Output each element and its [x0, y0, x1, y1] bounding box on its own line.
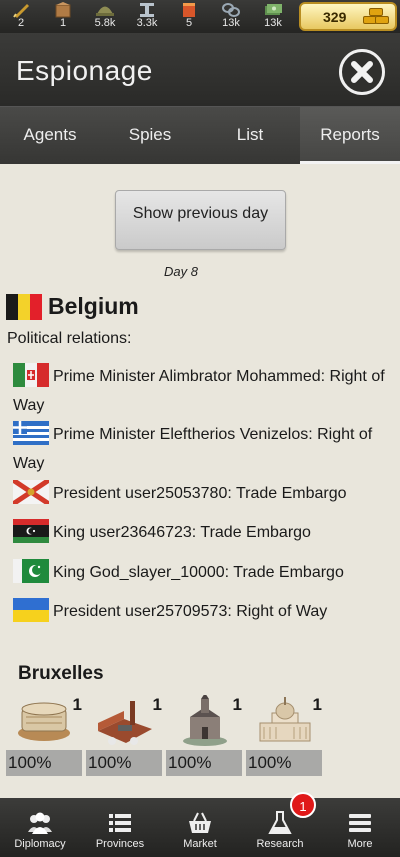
- tab-agents[interactable]: Agents: [0, 107, 100, 164]
- nav-market[interactable]: Market: [160, 798, 240, 857]
- relation-row: President user25053780: Trade Embargo: [13, 479, 393, 508]
- flask-icon: [268, 811, 292, 834]
- capitol-icon: [259, 697, 311, 742]
- relation-text: Prime Minister Alimbrator Mohammed: Righ…: [13, 368, 385, 414]
- relations-heading: Political relations:: [7, 330, 132, 347]
- resource-steel[interactable]: 3.3k: [126, 0, 168, 33]
- gold-counter[interactable]: 329: [299, 2, 397, 31]
- menu-icon: [349, 814, 371, 832]
- nav-research[interactable]: Research 1: [240, 792, 320, 857]
- relation-text: President user25053780: Trade Embargo: [53, 485, 347, 502]
- relation-text: King user23646723: Trade Embargo: [53, 524, 311, 541]
- resource-money[interactable]: 13k: [252, 0, 294, 33]
- resource-scroll[interactable]: 5: [168, 0, 210, 33]
- industrial-complex-icon: [98, 701, 152, 745]
- report-content: Show previous day Day 8 Belgium Politica…: [0, 164, 400, 798]
- relation-row: King user23646723: Trade Embargo: [13, 518, 393, 547]
- arms-factory-icon: [18, 702, 70, 741]
- chain-icon: [222, 3, 240, 17]
- resource-helmet[interactable]: 5.8k: [84, 0, 126, 33]
- helmet-icon: [96, 6, 114, 16]
- tab-list[interactable]: List: [200, 107, 300, 164]
- building-count: 1: [72, 695, 82, 714]
- building-percent: 100%: [246, 750, 322, 776]
- building-count: 1: [232, 695, 242, 714]
- box-icon: [55, 2, 71, 18]
- relation-text: King God_slayer_10000: Trade Embargo: [53, 564, 344, 581]
- building-percent: 100%: [6, 750, 82, 776]
- ukraine-flag-icon: [13, 598, 49, 622]
- title-bar: Espionage: [0, 33, 400, 106]
- people-icon: [28, 812, 52, 834]
- tab-reports[interactable]: Reports: [300, 107, 400, 164]
- italy-crest-flag-icon: [13, 363, 49, 387]
- saltire-flag-icon: [13, 480, 49, 504]
- resource-box[interactable]: 1: [42, 0, 84, 33]
- money-icon: [265, 4, 282, 15]
- building-card[interactable]: 1 100%: [246, 695, 322, 777]
- resource-chain[interactable]: 13k: [210, 0, 252, 33]
- city-name: Bruxelles: [18, 663, 104, 684]
- close-button[interactable]: [339, 49, 385, 95]
- pen-icon: [13, 4, 29, 18]
- page-title: Espionage: [16, 55, 153, 86]
- country-name: Belgium: [48, 293, 139, 319]
- building-percent: 100%: [86, 750, 162, 776]
- scroll-icon: [183, 3, 195, 17]
- steel-icon: [140, 3, 154, 17]
- building-count: 1: [152, 695, 162, 714]
- resource-bar: 2 1 5.8k 3.3k 5 13k 13k 329: [0, 0, 400, 33]
- building-card[interactable]: 1 100%: [86, 695, 162, 777]
- close-icon: [351, 61, 373, 83]
- church-icon: [183, 695, 227, 746]
- libya-flag-icon: [13, 519, 49, 543]
- building-card[interactable]: 1 100%: [166, 695, 242, 777]
- nav-provinces[interactable]: Provinces: [80, 798, 160, 857]
- relation-row: Prime Minister Alimbrator Mohammed: Righ…: [13, 362, 393, 420]
- basket-icon: [189, 812, 211, 833]
- nav-more[interactable]: More: [320, 798, 400, 857]
- gold-value: 329: [323, 8, 347, 25]
- relation-row: President user25709573: Right of Way: [13, 597, 393, 626]
- building-percent: 100%: [166, 750, 242, 776]
- crescent-flag-icon: [13, 559, 49, 583]
- research-badge: 1: [290, 792, 316, 818]
- relation-row: Prime Minister Eleftherios Venizelos: Ri…: [13, 420, 393, 478]
- show-previous-day-button[interactable]: Show previous day: [115, 190, 286, 250]
- relation-row: King God_slayer_10000: Trade Embargo: [13, 558, 393, 587]
- tab-spies[interactable]: Spies: [100, 107, 200, 164]
- gold-bars-icon: [363, 8, 389, 26]
- list-icon: [109, 814, 131, 832]
- day-label: Day 8: [164, 264, 198, 279]
- building-card[interactable]: 1 100%: [6, 695, 82, 777]
- country-header: Belgium: [6, 293, 139, 320]
- nav-diplomacy[interactable]: Diplomacy: [0, 798, 80, 857]
- resource-pen[interactable]: 2: [0, 0, 42, 33]
- tab-bar: Agents Spies List Reports: [0, 106, 400, 164]
- relation-text: Prime Minister Eleftherios Venizelos: Ri…: [13, 426, 373, 472]
- bottom-nav: Diplomacy Provinces Market Research 1 Mo…: [0, 792, 400, 857]
- greece-flag-icon: [13, 421, 49, 445]
- building-count: 1: [312, 695, 322, 714]
- belgium-flag-icon: [6, 293, 42, 320]
- relation-text: President user25709573: Right of Way: [53, 603, 328, 620]
